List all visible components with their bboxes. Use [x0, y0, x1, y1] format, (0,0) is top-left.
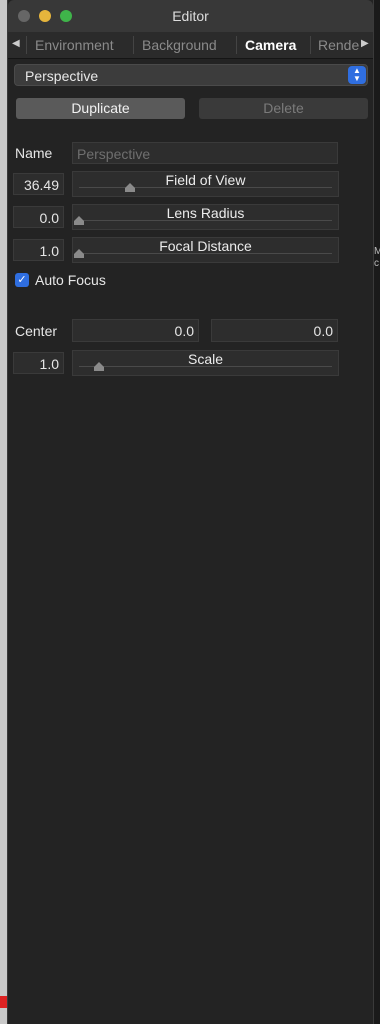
slider-thumb[interactable] [74, 249, 84, 258]
slider-track [79, 366, 332, 367]
slider-thumb[interactable] [74, 216, 84, 225]
lens-radius-value[interactable]: 0.0 [13, 206, 64, 228]
lens-radius-label: Lens Radius [166, 205, 245, 221]
name-label: Name [15, 145, 53, 161]
tab-background[interactable]: Background [142, 37, 217, 53]
tab-divider [236, 36, 237, 54]
title-bar: Editor [8, 0, 373, 33]
focal-distance-label: Focal Distance [159, 238, 252, 254]
field-of-view-slider[interactable]: Field of View [72, 171, 339, 197]
slider-thumb[interactable] [94, 362, 105, 371]
scale-value[interactable]: 1.0 [13, 352, 64, 374]
window-title: Editor [172, 8, 209, 24]
camera-preset-select[interactable]: Perspective ▲ ▼ [14, 64, 368, 86]
slider-thumb[interactable] [124, 183, 135, 192]
checkmark-icon: ✓ [17, 274, 27, 286]
slider-track [79, 187, 332, 188]
chevron-left-icon[interactable]: ◀ [12, 38, 20, 49]
auto-focus-checkbox[interactable]: ✓ [15, 273, 29, 287]
background-text-fragment: Mc [374, 246, 380, 269]
select-stepper-icon: ▲ ▼ [348, 66, 366, 84]
camera-name-field[interactable]: Perspective [72, 142, 338, 164]
center-y-field[interactable]: 0.0 [211, 319, 338, 342]
tab-render[interactable]: Rende [318, 37, 359, 53]
tab-camera[interactable]: Camera [245, 37, 296, 53]
slider-track [79, 220, 332, 221]
scale-label: Scale [187, 351, 224, 367]
scale-slider[interactable]: Scale [72, 350, 339, 376]
delete-button[interactable]: Delete [199, 98, 368, 119]
lens-radius-slider[interactable]: Lens Radius [72, 204, 339, 230]
field-of-view-value[interactable]: 36.49 [13, 173, 64, 195]
tab-divider [26, 36, 27, 54]
focal-distance-slider[interactable]: Focal Distance [72, 237, 339, 263]
tab-divider [133, 36, 134, 54]
editor-window: Editor ◀ Environment Background Camera R… [7, 0, 374, 1024]
tab-divider [310, 36, 311, 54]
background-window-accent [0, 996, 7, 1008]
center-x-field[interactable]: 0.0 [72, 319, 199, 342]
background-window-edge [0, 0, 7, 1024]
camera-preset-value: Perspective [25, 68, 99, 84]
tab-environment[interactable]: Environment [35, 37, 114, 53]
chevron-right-icon[interactable]: ▶ [361, 38, 369, 49]
tab-bar: ◀ Environment Background Camera Rende ▶ [8, 32, 373, 59]
center-label: Center [15, 323, 58, 339]
auto-focus-label: Auto Focus [35, 272, 106, 288]
slider-track [79, 253, 332, 254]
field-of-view-label: Field of View [165, 172, 246, 188]
duplicate-button[interactable]: Duplicate [16, 98, 185, 119]
focal-distance-value[interactable]: 1.0 [13, 239, 64, 261]
